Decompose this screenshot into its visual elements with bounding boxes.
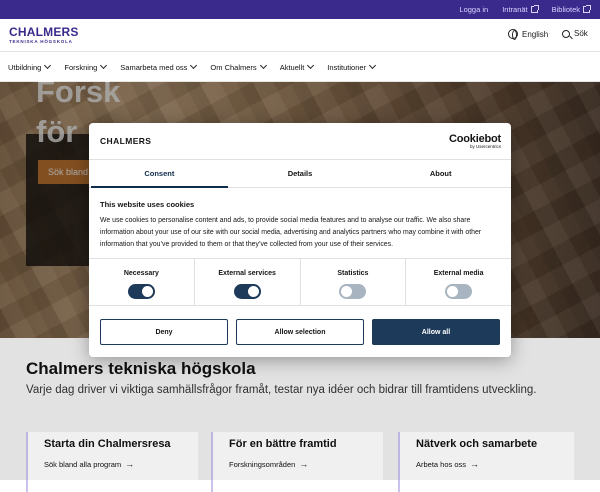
- toggle-label: Statistics: [337, 270, 369, 277]
- dialog-heading: This website uses cookies: [100, 200, 195, 209]
- toggle-group-external-media: External media: [406, 259, 511, 305]
- chevron-down-icon: [190, 61, 198, 70]
- nav-item-aktuellt[interactable]: Aktuellt: [279, 61, 315, 72]
- nav-item-label: Institutioner: [327, 62, 367, 72]
- nav-item-label: Forskning: [64, 62, 98, 72]
- necessary-toggle[interactable]: [127, 284, 155, 299]
- nav-item-label: Aktuellt: [279, 62, 305, 72]
- tab-details[interactable]: Details: [230, 160, 371, 187]
- tab-about[interactable]: About: [370, 160, 511, 187]
- nav-item-label: Om Chalmers: [210, 62, 257, 72]
- external-media-toggle[interactable]: [445, 284, 473, 299]
- cookiebot-logo[interactable]: Cookiebot by Usercentrics: [449, 133, 501, 149]
- chevron-down-icon: [369, 61, 377, 70]
- external-link-icon: [583, 5, 591, 13]
- globe-icon: [508, 29, 518, 40]
- search-icon: [562, 29, 570, 38]
- language-switch[interactable]: English: [508, 29, 549, 40]
- nav-item-institutioner[interactable]: Institutioner: [327, 61, 377, 72]
- chevron-down-icon: [307, 61, 315, 70]
- nav-item-om-chalmers[interactable]: Om Chalmers: [210, 61, 267, 72]
- dialog-actions: Deny Allow selection Allow all: [100, 319, 500, 345]
- deny-button[interactable]: Deny: [100, 319, 228, 345]
- toggle-label: External services: [218, 270, 276, 277]
- dialog-tabs: Consent Details About: [89, 159, 511, 188]
- top-utility-bar: Logga in Intranät Bibliotek: [0, 0, 600, 19]
- nav-item-label: Samarbeta med oss: [120, 62, 188, 72]
- toggle-knob: [447, 286, 459, 297]
- logo-wordmark: CHALMERS: [9, 25, 79, 39]
- cookie-category-toggles: Necessary External services Statistics E…: [89, 258, 511, 306]
- tab-consent[interactable]: Consent: [89, 160, 230, 188]
- chevron-down-icon: [259, 61, 267, 70]
- external-services-toggle[interactable]: [233, 284, 261, 299]
- cookie-consent-dialog: CHALMERS Cookiebot by Usercentrics Conse…: [89, 123, 511, 357]
- toggle-label: External media: [433, 270, 484, 277]
- chevron-down-icon: [44, 61, 52, 70]
- toggle-group-statistics: Statistics: [301, 259, 407, 305]
- dialog-body: This website uses cookies We use cookies…: [100, 200, 500, 250]
- nav-item-label: Utbildning: [8, 62, 42, 72]
- toggle-group-external-services: External services: [195, 259, 301, 305]
- modal-backdrop-lower: [0, 338, 600, 480]
- intranet-link[interactable]: Intranät: [502, 5, 539, 14]
- site-header: CHALMERS TEKNISKA HÖGSKOLA English Sök: [0, 19, 600, 52]
- library-link[interactable]: Bibliotek: [551, 5, 591, 14]
- allow-all-button[interactable]: Allow all: [372, 319, 500, 345]
- logo-subtitle: TEKNISKA HÖGSKOLA: [9, 39, 73, 44]
- dialog-description: We use cookies to personalise content an…: [100, 217, 482, 248]
- language-label: English: [522, 29, 549, 39]
- chalmers-logo[interactable]: CHALMERS TEKNISKA HÖGSKOLA: [9, 25, 79, 44]
- nav-item-forskning[interactable]: Forskning: [64, 61, 108, 72]
- nav-item-samarbeta[interactable]: Samarbeta med oss: [120, 61, 198, 72]
- toggle-group-necessary: Necessary: [89, 259, 195, 305]
- login-link-label: Logga in: [459, 5, 489, 14]
- intranet-link-label: Intranät: [502, 5, 528, 14]
- nav-item-utbildning[interactable]: Utbildning: [8, 61, 52, 72]
- library-link-label: Bibliotek: [551, 5, 580, 14]
- login-link[interactable]: Logga in: [459, 5, 488, 14]
- toggle-knob: [141, 286, 153, 297]
- dialog-brand-logo: CHALMERS: [100, 136, 152, 146]
- toggle-knob: [341, 286, 353, 297]
- toggle-knob: [247, 286, 259, 297]
- chevron-down-icon: [100, 61, 108, 70]
- search-label: Sök: [574, 29, 588, 38]
- search-button[interactable]: Sök: [562, 29, 588, 38]
- external-link-icon: [530, 5, 539, 13]
- toggle-label: Necessary: [123, 270, 159, 277]
- statistics-toggle[interactable]: [339, 284, 367, 299]
- allow-selection-button[interactable]: Allow selection: [236, 319, 364, 345]
